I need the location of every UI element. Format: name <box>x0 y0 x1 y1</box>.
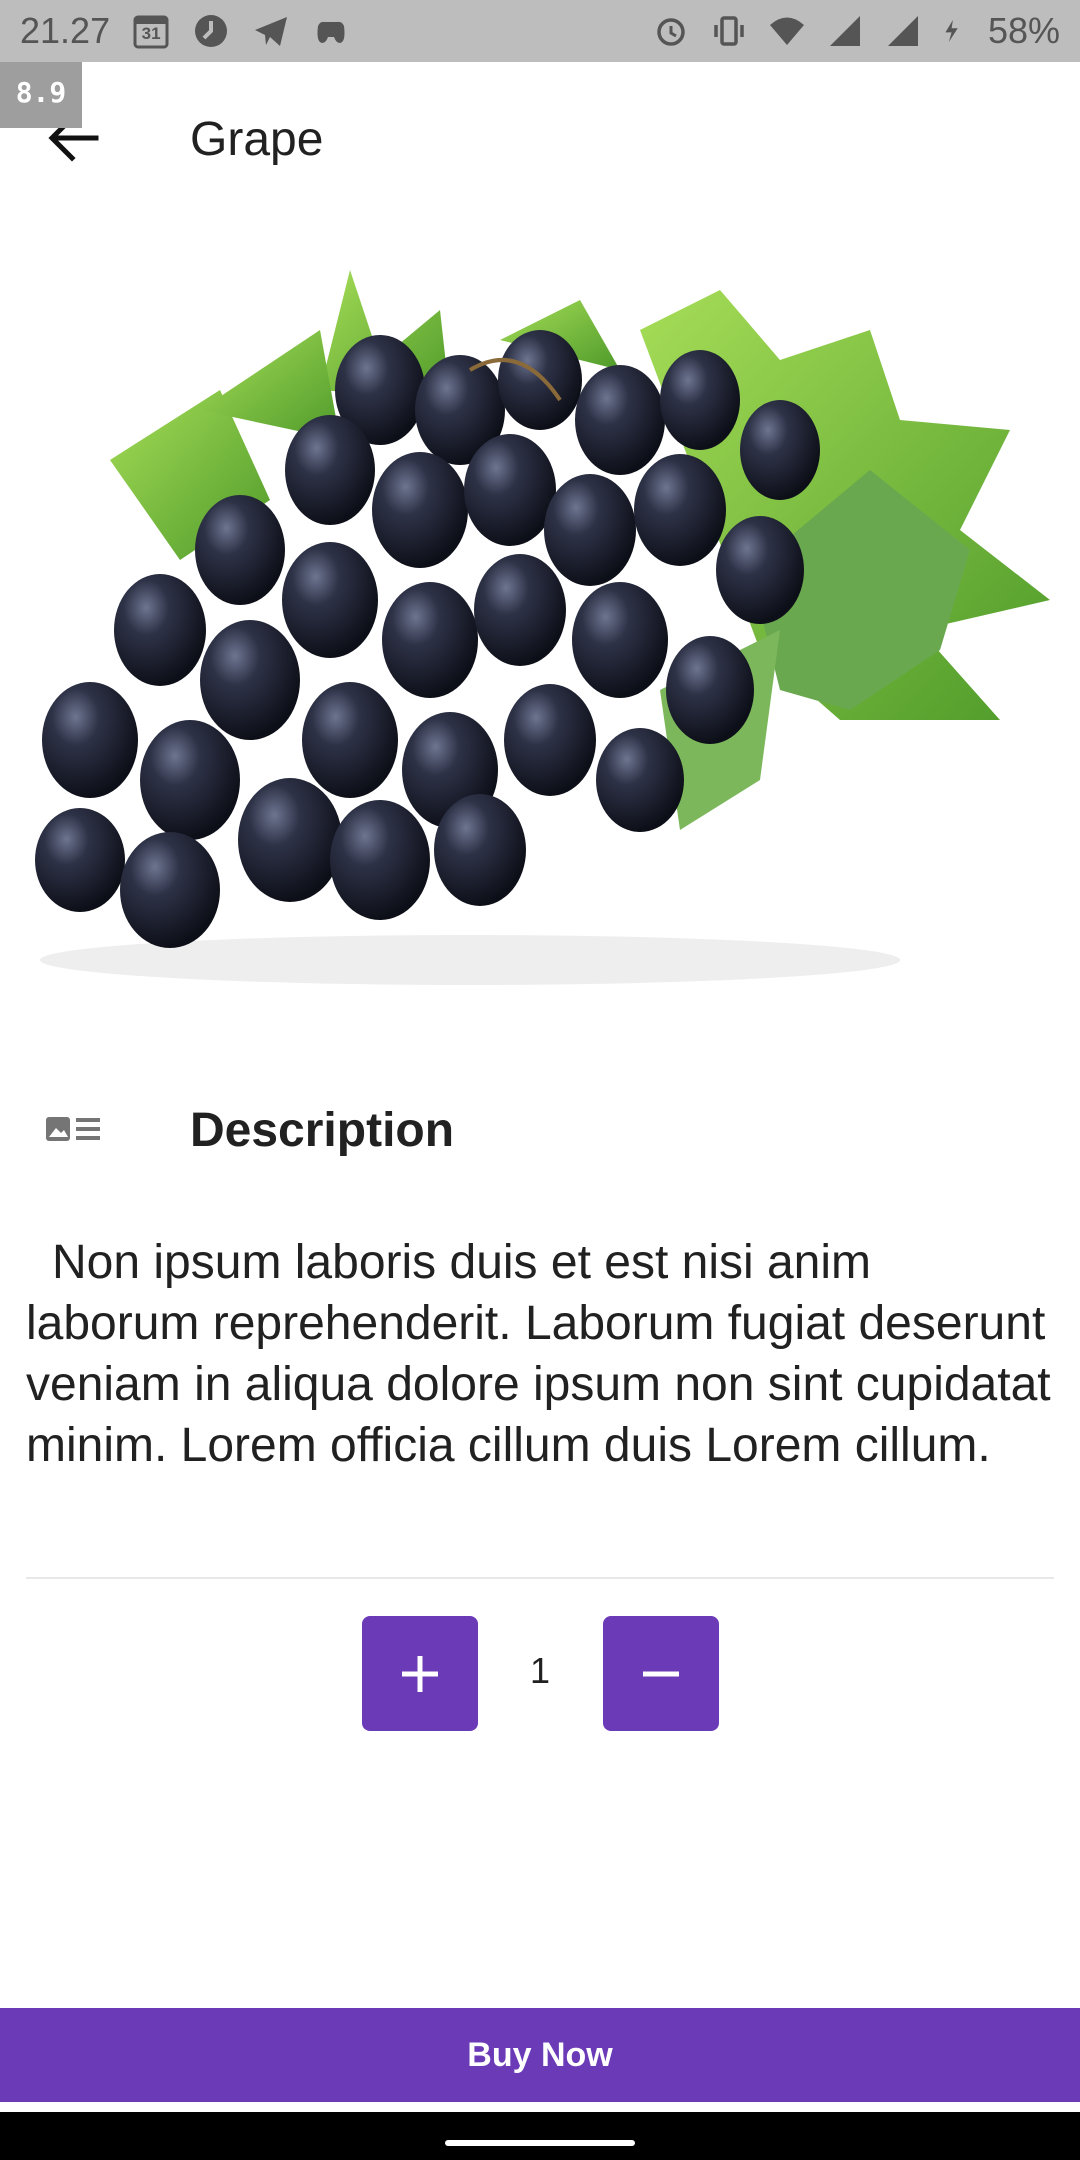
signal-icon <box>887 16 918 46</box>
product-image <box>35 270 1050 985</box>
home-gesture-handle[interactable] <box>445 2140 635 2146</box>
buy-now-button[interactable]: Buy Now <box>0 2008 1080 2102</box>
quantity-value: 1 <box>529 1650 551 1691</box>
increment-button[interactable] <box>362 1616 478 1731</box>
description-title: Description <box>190 1104 455 1157</box>
game-controller-icon <box>317 21 345 43</box>
divider <box>26 1577 1054 1579</box>
battery-percent: 58% <box>987 10 1060 51</box>
navigation-bar <box>0 2112 1080 2160</box>
status-time: 21.27 <box>20 10 111 51</box>
vibrate-icon <box>714 16 744 46</box>
alarm-icon <box>657 18 685 46</box>
description-header: Description <box>0 1095 1080 1165</box>
fps-overlay: 8.9 <box>0 62 82 128</box>
app-bar: Grape <box>0 62 1080 212</box>
minus-icon <box>643 1671 679 1676</box>
clock-app-icon <box>195 15 228 47</box>
description-text: Non ipsum laboris duis et est nisi anim … <box>26 1236 1051 1472</box>
decrement-button[interactable] <box>603 1616 719 1731</box>
telegram-icon <box>255 17 288 46</box>
signal-icon <box>829 16 860 46</box>
plus-icon <box>402 1655 438 1692</box>
charging-icon <box>945 20 958 42</box>
wifi-icon <box>769 17 804 45</box>
calendar-day: 31 <box>141 24 161 43</box>
calendar-icon: 31 <box>132 12 170 50</box>
image-list-icon <box>46 1117 100 1141</box>
status-bar: 21.27 31 58% <box>0 0 1080 62</box>
page-title: Grape <box>190 113 324 166</box>
